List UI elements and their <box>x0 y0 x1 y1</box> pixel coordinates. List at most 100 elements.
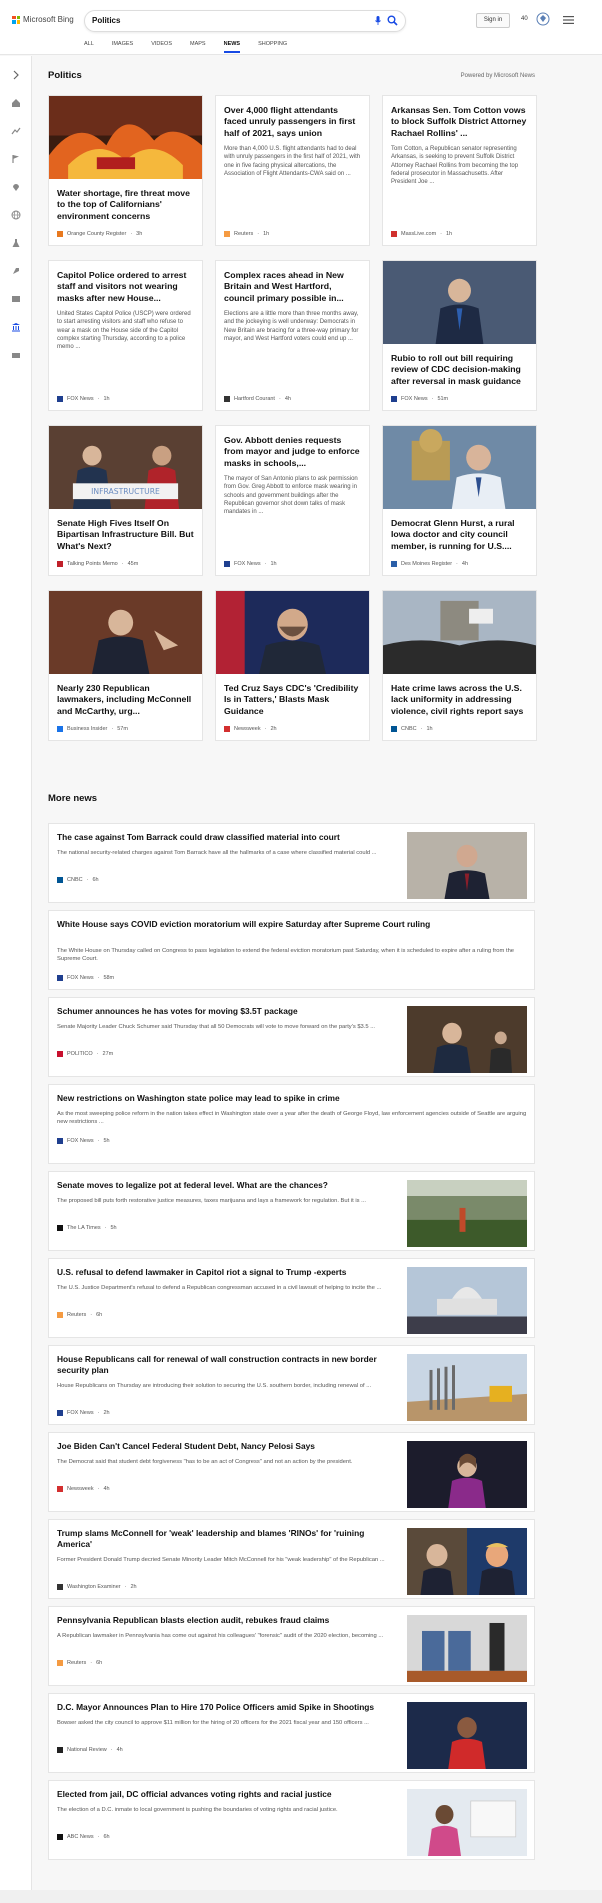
news-item-image[interactable] <box>407 1180 527 1247</box>
news-card-title[interactable]: Water shortage, fire threat move to the … <box>49 179 202 222</box>
news-item-source[interactable]: CNBC · 6h <box>57 877 99 883</box>
news-list-item[interactable]: Schumer announces he has votes for movin… <box>48 997 535 1077</box>
news-card[interactable]: Rubio to roll out bill requiring review … <box>382 260 537 411</box>
news-item-source[interactable]: Washington Examiner · 2h <box>57 1584 137 1590</box>
news-item-image[interactable] <box>407 1441 527 1508</box>
news-card-image[interactable] <box>383 426 536 509</box>
news-card[interactable]: INFRASTRUCTURE Senate High Fives Itself O… <box>48 425 203 576</box>
news-card-source[interactable]: FOX News · 1h <box>57 396 110 402</box>
tab-videos[interactable]: VIDEOS <box>151 41 172 53</box>
news-item-title[interactable]: New restrictions on Washington state pol… <box>57 1093 527 1104</box>
hamburger-menu-icon[interactable] <box>563 16 574 24</box>
news-list-item[interactable]: D.C. Mayor Announces Plan to Hire 170 Po… <box>48 1693 535 1773</box>
news-item-title[interactable]: Schumer announces he has votes for movin… <box>57 1006 397 1017</box>
news-item-title[interactable]: The case against Tom Barrack could draw … <box>57 832 397 843</box>
news-item-source[interactable]: The LA Times · 5h <box>57 1225 117 1231</box>
flag-icon[interactable] <box>11 154 21 164</box>
home-icon[interactable] <box>11 98 21 108</box>
news-card[interactable]: Arkansas Sen. Tom Cotton vows to block S… <box>382 95 537 246</box>
film-icon[interactable] <box>11 294 21 304</box>
politics-building-icon[interactable] <box>11 322 21 332</box>
news-card-title[interactable]: Arkansas Sen. Tom Cotton vows to block S… <box>383 96 536 139</box>
news-card-source[interactable]: Reuters · 1h <box>224 231 269 237</box>
news-item-image[interactable] <box>407 832 527 899</box>
news-card-image[interactable]: INFRASTRUCTURE <box>49 426 202 509</box>
news-card[interactable]: Complex races ahead in New Britain and W… <box>215 260 370 411</box>
news-card-source[interactable]: Orange County Register · 3h <box>57 231 142 237</box>
news-list-item[interactable]: White House says COVID eviction moratori… <box>48 910 535 990</box>
news-card-title[interactable]: Hate crime laws across the U.S. lack uni… <box>383 674 536 717</box>
news-list-item[interactable]: U.S. refusal to defend lawmaker in Capit… <box>48 1258 535 1338</box>
news-item-source[interactable]: National Review · 4h <box>57 1747 123 1753</box>
news-card-image[interactable] <box>383 261 536 344</box>
tab-all[interactable]: ALL <box>84 41 94 53</box>
news-card-title[interactable]: Ted Cruz Says CDC's 'Credibility Is in T… <box>216 674 369 717</box>
news-item-image[interactable] <box>407 1789 527 1856</box>
news-card[interactable]: Water shortage, fire threat move to the … <box>48 95 203 246</box>
tab-news[interactable]: NEWS <box>223 41 240 53</box>
news-card-title[interactable]: Rubio to roll out bill requiring review … <box>383 344 536 387</box>
news-list-item[interactable]: Trump slams McConnell for 'weak' leaders… <box>48 1519 535 1599</box>
news-card[interactable]: Over 4,000 flight attendants faced unrul… <box>215 95 370 246</box>
news-item-title[interactable]: Elected from jail, DC official advances … <box>57 1789 397 1800</box>
news-item-image[interactable] <box>407 1354 527 1421</box>
news-card-source[interactable]: Hartford Courant · 4h <box>224 396 291 402</box>
tab-maps[interactable]: MAPS <box>190 41 206 53</box>
news-item-source[interactable]: FOX News · 58m <box>57 975 114 981</box>
news-card-title[interactable]: Complex races ahead in New Britain and W… <box>216 261 369 304</box>
search-input[interactable]: Politics <box>84 10 406 32</box>
location-pin-icon[interactable] <box>11 182 21 192</box>
search-query[interactable]: Politics <box>92 16 120 25</box>
news-item-source[interactable]: FOX News · 5h <box>57 1138 110 1144</box>
sign-in-button[interactable]: Sign in <box>476 13 510 28</box>
news-card[interactable]: Hate crime laws across the U.S. lack uni… <box>382 590 537 741</box>
news-item-title[interactable]: White House says COVID eviction moratori… <box>57 919 527 930</box>
collapse-arrow-icon[interactable] <box>11 70 21 80</box>
news-item-title[interactable]: Trump slams McConnell for 'weak' leaders… <box>57 1528 397 1550</box>
science-icon[interactable] <box>11 238 21 248</box>
news-item-title[interactable]: U.S. refusal to defend lawmaker in Capit… <box>57 1267 397 1278</box>
news-card-source[interactable]: FOX News · 51m <box>391 396 448 402</box>
news-item-source[interactable]: Newsweek · 4h <box>57 1486 110 1492</box>
globe-icon[interactable] <box>11 210 21 220</box>
news-item-source[interactable]: POLITICO · 27m <box>57 1051 113 1057</box>
news-item-title[interactable]: D.C. Mayor Announces Plan to Hire 170 Po… <box>57 1702 397 1713</box>
news-card-source[interactable]: FOX News · 1h <box>224 561 277 567</box>
search-icon[interactable] <box>387 15 398 26</box>
news-card-source[interactable]: Talking Points Memo · 45m <box>57 561 138 567</box>
bing-logo[interactable]: Microsoft Bing <box>12 15 74 24</box>
news-item-image[interactable] <box>407 1702 527 1769</box>
news-item-image[interactable] <box>407 1267 527 1334</box>
rewards-points[interactable]: 40 <box>521 16 528 22</box>
tab-images[interactable]: IMAGES <box>112 41 133 53</box>
news-card-title[interactable]: Democrat Glenn Hurst, a rural Iowa docto… <box>383 509 536 552</box>
news-list-item[interactable]: Joe Biden Can't Cancel Federal Student D… <box>48 1432 535 1512</box>
news-list-item[interactable]: Pennsylvania Republican blasts election … <box>48 1606 535 1686</box>
news-item-source[interactable]: FOX News · 2h <box>57 1410 110 1416</box>
news-item-source[interactable]: Reuters · 6h <box>57 1312 102 1318</box>
news-item-title[interactable]: Senate moves to legalize pot at federal … <box>57 1180 397 1191</box>
news-list-item[interactable]: Senate moves to legalize pot at federal … <box>48 1171 535 1251</box>
news-item-title[interactable]: House Republicans call for renewal of wa… <box>57 1354 397 1376</box>
news-card-title[interactable]: Senate High Fives Itself On Bipartisan I… <box>49 509 202 552</box>
news-card-source[interactable]: MassLive.com · 1h <box>391 231 452 237</box>
news-item-image[interactable] <box>407 1528 527 1595</box>
news-card-source[interactable]: CNBC · 1h <box>391 726 433 732</box>
news-card-title[interactable]: Over 4,000 flight attendants faced unrul… <box>216 96 369 139</box>
news-card[interactable]: Gov. Abbott denies requests from mayor a… <box>215 425 370 576</box>
news-card-image[interactable] <box>216 591 369 674</box>
microphone-icon[interactable] <box>375 16 381 25</box>
news-card-image[interactable] <box>49 96 202 179</box>
news-card[interactable]: Nearly 230 Republican lawmakers, includi… <box>48 590 203 741</box>
news-card-title[interactable]: Gov. Abbott denies requests from mayor a… <box>216 426 369 469</box>
money-icon[interactable] <box>11 350 21 360</box>
news-card[interactable]: Democrat Glenn Hurst, a rural Iowa docto… <box>382 425 537 576</box>
trending-icon[interactable] <box>11 126 21 136</box>
news-item-title[interactable]: Pennsylvania Republican blasts election … <box>57 1615 397 1626</box>
news-card[interactable]: Ted Cruz Says CDC's 'Credibility Is in T… <box>215 590 370 741</box>
rewards-icon[interactable] <box>536 12 550 26</box>
news-card-source[interactable]: Newsweek · 2h <box>224 726 277 732</box>
news-card-image[interactable] <box>49 591 202 674</box>
news-list-item[interactable]: Elected from jail, DC official advances … <box>48 1780 535 1860</box>
rocket-icon[interactable] <box>11 266 21 276</box>
